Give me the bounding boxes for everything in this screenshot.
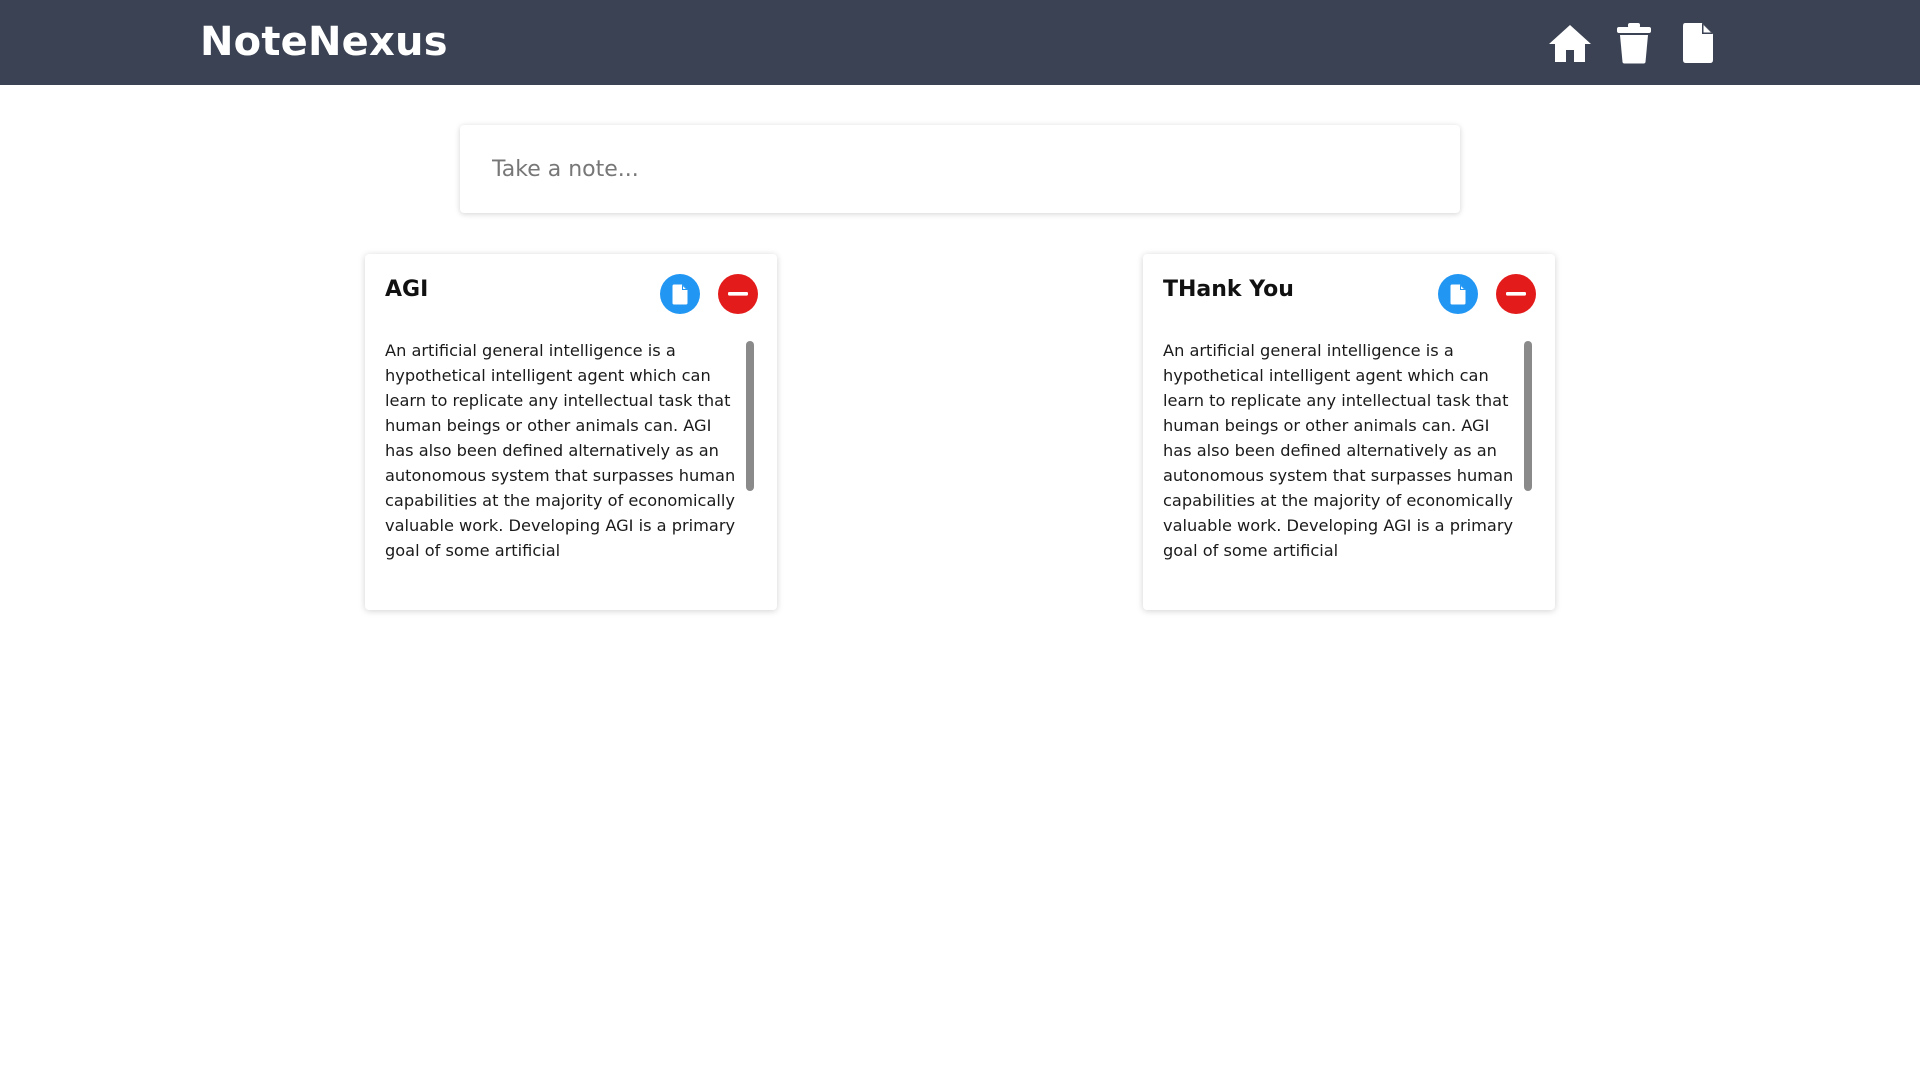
scrollbar-thumb[interactable]	[746, 341, 754, 491]
scrollbar-thumb[interactable]	[1524, 341, 1532, 491]
note-actions	[660, 274, 758, 314]
note-scrollbar[interactable]	[1523, 341, 1533, 491]
minus-icon	[1506, 292, 1526, 296]
trash-icon	[1617, 23, 1651, 64]
delete-note-button[interactable]	[1496, 274, 1536, 314]
note-actions	[1438, 274, 1536, 314]
minus-icon	[728, 292, 748, 296]
file-icon	[672, 284, 688, 304]
take-note-panel	[460, 125, 1460, 213]
file-icon	[1683, 23, 1713, 63]
notes-button[interactable]	[1675, 22, 1721, 64]
note-scrollbar[interactable]	[745, 341, 755, 491]
file-icon	[1450, 284, 1466, 304]
edit-note-button[interactable]	[660, 274, 700, 314]
note-title: THank You	[1163, 277, 1294, 302]
trash-button[interactable]	[1611, 22, 1657, 64]
edit-note-button[interactable]	[1438, 274, 1478, 314]
home-icon	[1549, 25, 1591, 62]
note-content: An artificial general intelligence is a …	[1163, 341, 1514, 560]
note-content: An artificial general intelligence is a …	[385, 341, 736, 560]
note-title: AGI	[385, 277, 429, 302]
note-card: THank You An artificial general intellig…	[1143, 254, 1555, 610]
header-nav	[1547, 22, 1721, 64]
app-title: NoteNexus	[200, 19, 448, 65]
delete-note-button[interactable]	[718, 274, 758, 314]
note-card: AGI An artificial general intelligence i…	[365, 254, 777, 610]
take-note-input[interactable]	[460, 125, 1460, 213]
top-bar: NoteNexus	[0, 0, 1920, 85]
home-button[interactable]	[1547, 22, 1593, 64]
